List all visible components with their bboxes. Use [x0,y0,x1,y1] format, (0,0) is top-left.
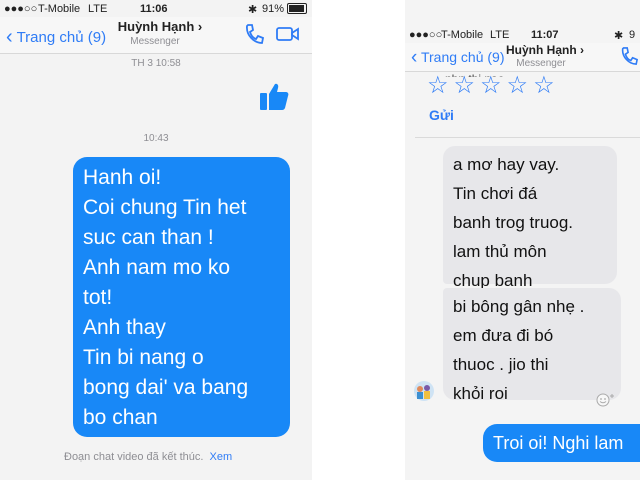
status-bar: ●●●○○ T-Mobile LTE 11:06 ✱ 91% [0,0,312,17]
received-message-bubble: bi bông gân nhẹ . em đưa đi bó thuoc . j… [443,288,621,403]
contact-avatar[interactable] [413,380,435,407]
contact-name[interactable]: Huỳnh Hạnh › [110,19,210,34]
network-type: LTE [88,3,108,15]
left-screenshot: ●●●○○ T-Mobile LTE 11:06 ✱ 91% ‹ Trang c… [0,0,312,480]
back-button[interactable]: ‹ Trang chủ (9) [6,25,106,48]
message-line: bo chan [83,406,158,429]
chevron-right-icon: › [197,19,203,34]
network-type: LTE [490,29,510,41]
message-line: bi bông gân nhẹ . [453,297,585,316]
sent-message-bubble: Troi oi! Nghi lam [483,424,640,462]
carrier-name: T-Mobile [38,3,81,15]
chevron-right-icon: › [580,43,584,57]
view-link[interactable]: Xem [210,451,233,463]
video-camera-icon[interactable] [276,26,300,47]
message-line: lam thủ môn [453,242,547,261]
message-line: Coi chung Tin het [83,196,247,219]
message-line: Hanh oi! [83,166,162,189]
chevron-left-icon: ‹ [6,26,13,48]
message-line: Anh nam mo ko [83,256,231,279]
message-line: khỏi roi [453,384,508,403]
nav-bar: ‹ Trang chủ (9) Huỳnh Hạnh › Messenger [0,17,312,54]
signal-dots-icon: ●●●○○ [4,3,38,15]
battery-icon [287,3,307,14]
rating-stars[interactable]: ☆☆☆☆☆ [427,71,560,100]
battery-percent: 91% [262,3,285,15]
phone-icon[interactable] [620,46,639,71]
nav-bar: ‹ Trang chủ (9) Huỳnh Hạnh › Messenger [405,43,640,72]
message-line: tot! [83,286,113,309]
message-line: Anh thay [83,316,166,339]
divider [415,137,640,138]
video-chat-ended-notice: Đoạn chat video đã kết thúc. Xem [64,451,232,463]
sent-message-bubble: Hanh oi! Coi chung Tin het suc can than … [73,157,290,437]
chevron-left-icon: ‹ [411,47,418,68]
battery-percent: 9 [629,29,636,41]
contact-name-text: Huỳnh Hạnh [117,19,195,34]
message-line: a mơ hay vay. [453,155,560,174]
thumbs-up-icon [258,80,290,117]
message-line: Tin bi nang o [83,346,204,369]
timestamp: TH 3 10:58 [131,58,181,69]
add-reaction-icon[interactable] [595,392,615,413]
bluetooth-icon: ✱ [614,30,624,42]
message-line: suc can than ! [83,226,214,249]
bluetooth-icon: ✱ [248,4,258,16]
contact-subtitle: Messenger [130,36,180,47]
signal-dots-icon: ●●●○○ [409,29,443,41]
contact-subtitle: Messenger [516,58,566,69]
message-line: bong dai' va bang [83,376,249,399]
send-button[interactable]: Gửi [429,107,454,123]
back-button-label: Trang chủ (9) [420,49,505,65]
carrier-name: T-Mobile [441,29,484,41]
timestamp: 10:43 [143,133,169,144]
message-line: banh trog truog. [453,213,574,232]
message-line: Tin chơi đá [453,184,538,203]
message-line: thuoc . jio thi [453,355,549,374]
phone-icon[interactable] [244,23,265,50]
notice-text: Đoạn chat video đã kết thúc. [64,451,204,463]
clock: 11:07 [531,29,559,41]
back-button-label: Trang chủ (9) [16,29,107,46]
contact-name-text: Huỳnh Hạnh [505,43,577,57]
received-message-bubble: a mơ hay vay. Tin chơi đá banh trog truo… [443,146,617,290]
contact-name[interactable]: Huỳnh Hạnh › [505,43,585,57]
back-button[interactable]: ‹ Trang chủ (9) [411,46,504,68]
clock: 11:06 [140,3,168,15]
message-line: em đưa đi bó [453,326,554,345]
status-bar: ●●●○○ T-Mobile LTE 11:07 ✱ 9 [405,26,640,43]
right-screenshot: ●●●○○ T-Mobile LTE 11:07 ✱ 9 ‹ Trang chủ… [405,0,640,480]
